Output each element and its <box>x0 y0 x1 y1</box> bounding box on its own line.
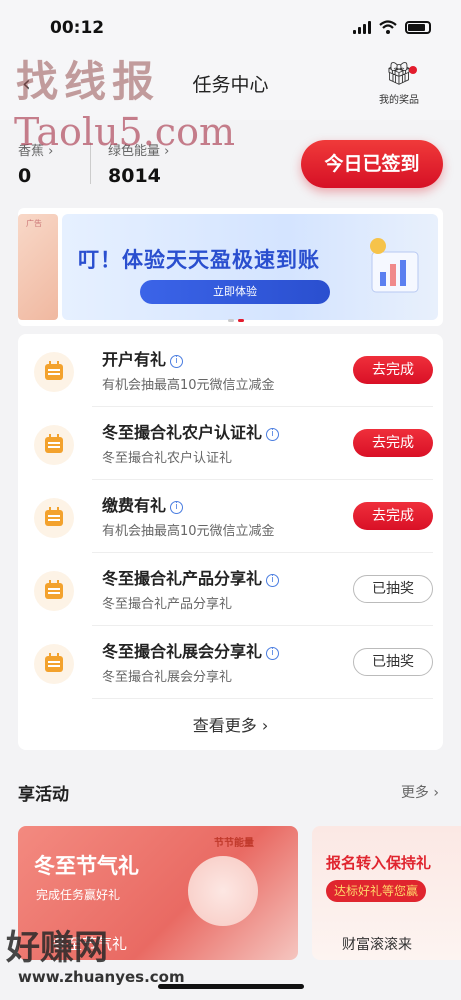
my-prizes-button[interactable]: 🎁︎ 我的奖品 <box>369 62 429 107</box>
status-icons <box>353 20 431 34</box>
task-name: 冬至撮合礼产品分享礼 <box>102 569 263 588</box>
task-desc: 冬至撮合礼产品分享礼 <box>102 597 233 612</box>
task-item: 缴费有礼 i 有机会抽最高10元微信立减金 去完成 <box>18 480 443 553</box>
notification-dot <box>409 66 417 74</box>
task-name: 开户有礼 <box>102 350 167 369</box>
watermark-top: 找线报 <box>16 57 161 106</box>
carousel-dots <box>228 319 244 322</box>
my-prizes-label: 我的奖品 <box>379 95 419 106</box>
task-drawn-button[interactable]: 已抽奖 <box>353 575 433 603</box>
signal-icon <box>353 20 371 34</box>
promo-banner[interactable]: 叮！体验天天盈极速到账 立即体验 <box>62 214 438 320</box>
chart-illustration-icon <box>370 238 419 293</box>
banana-value: 0 <box>18 165 32 187</box>
blossom-illustration-icon <box>188 856 258 926</box>
task-go-button[interactable]: 去完成 <box>353 429 433 457</box>
carousel-dot <box>228 319 234 322</box>
calendar-icon <box>34 644 74 684</box>
calendar-icon <box>34 352 74 392</box>
row-divider <box>92 698 433 699</box>
activities-more-label: 更多 <box>400 785 429 801</box>
task-desc: 有机会抽最高10元微信立减金 <box>102 524 275 539</box>
calendar-icon <box>34 571 74 611</box>
info-icon[interactable]: i <box>266 574 280 587</box>
task-desc: 有机会抽最高10元微信立减金 <box>102 378 275 393</box>
task-item: 冬至撮合礼农户认证礼 i 冬至撮合礼农户认证礼 去完成 <box>18 407 443 480</box>
info-icon[interactable]: i <box>170 355 184 368</box>
card-headline: 报名转入保持礼 <box>326 854 432 872</box>
prev-banner-peek[interactable]: 广告 <box>18 214 58 320</box>
info-icon[interactable]: i <box>170 501 184 514</box>
task-desc: 冬至撮合礼农户认证礼 <box>102 451 233 466</box>
activity-card-wealth[interactable]: 报名转入保持礼 达标好礼等您赢 财富滚滚来 <box>312 826 461 960</box>
info-icon[interactable]: i <box>266 428 280 441</box>
watermark-bottom-url: www.zhuanyes.com <box>18 968 185 986</box>
watermark-bottom: 好赚网 <box>6 928 108 968</box>
task-name: 冬至撮合礼展会分享礼 <box>102 642 263 661</box>
task-item: 开户有礼 i 有机会抽最高10元微信立减金 去完成 <box>18 334 443 407</box>
info-icon[interactable]: i <box>266 647 280 660</box>
status-bar: 00:12 <box>0 0 461 50</box>
battery-icon <box>405 20 431 34</box>
task-desc: 冬至撮合礼展会分享礼 <box>102 670 233 685</box>
task-name: 缴费有礼 <box>102 496 167 515</box>
calendar-icon <box>34 425 74 465</box>
card-pill: 达标好礼等您赢 <box>326 880 427 902</box>
task-drawn-button[interactable]: 已抽奖 <box>353 648 433 676</box>
watermark-top-url: Taolu5.com <box>14 110 236 154</box>
task-name: 冬至撮合礼农户认证礼 <box>102 423 263 442</box>
card-caption: 财富滚滚来 <box>342 937 412 953</box>
view-more-link[interactable]: 查看更多 › <box>18 712 443 736</box>
task-item: 冬至撮合礼展会分享礼 i 冬至撮合礼展会分享礼 已抽奖 <box>18 626 443 699</box>
task-go-button[interactable]: 去完成 <box>353 502 433 530</box>
chevron-right-icon: › <box>261 716 269 735</box>
green-energy-value: 8014 <box>108 165 161 187</box>
ad-tag: 广告 <box>26 219 42 228</box>
promo-carousel[interactable]: 广告 叮！体验天天盈极速到账 立即体验 <box>18 208 443 326</box>
task-list: 开户有礼 i 有机会抽最高10元微信立减金 去完成 冬至撮合礼农户认证礼 i 冬至撮… <box>18 334 443 750</box>
signed-in-button[interactable]: 今日已签到 <box>301 140 443 188</box>
card-tag: 节节能量 <box>214 838 254 849</box>
carousel-dot-active <box>238 319 244 322</box>
gift-icon: 🎁︎ <box>385 62 413 87</box>
status-time: 00:12 <box>50 18 105 38</box>
banner-headline: 叮！体验天天盈极速到账 <box>78 248 320 272</box>
task-go-button[interactable]: 去完成 <box>353 356 433 384</box>
card-subtext: 完成任务赢好礼 <box>36 888 121 902</box>
wifi-icon <box>379 20 397 34</box>
activities-more-link[interactable]: 更多 › <box>401 782 439 802</box>
view-more-label: 查看更多 <box>192 716 257 735</box>
calendar-icon <box>34 498 74 538</box>
activities-title: 享活动 <box>18 785 69 805</box>
card-headline: 冬至节气礼 <box>34 854 139 878</box>
task-item: 冬至撮合礼产品分享礼 i 冬至撮合礼产品分享礼 已抽奖 <box>18 553 443 626</box>
banner-cta-button[interactable]: 立即体验 <box>140 280 330 304</box>
